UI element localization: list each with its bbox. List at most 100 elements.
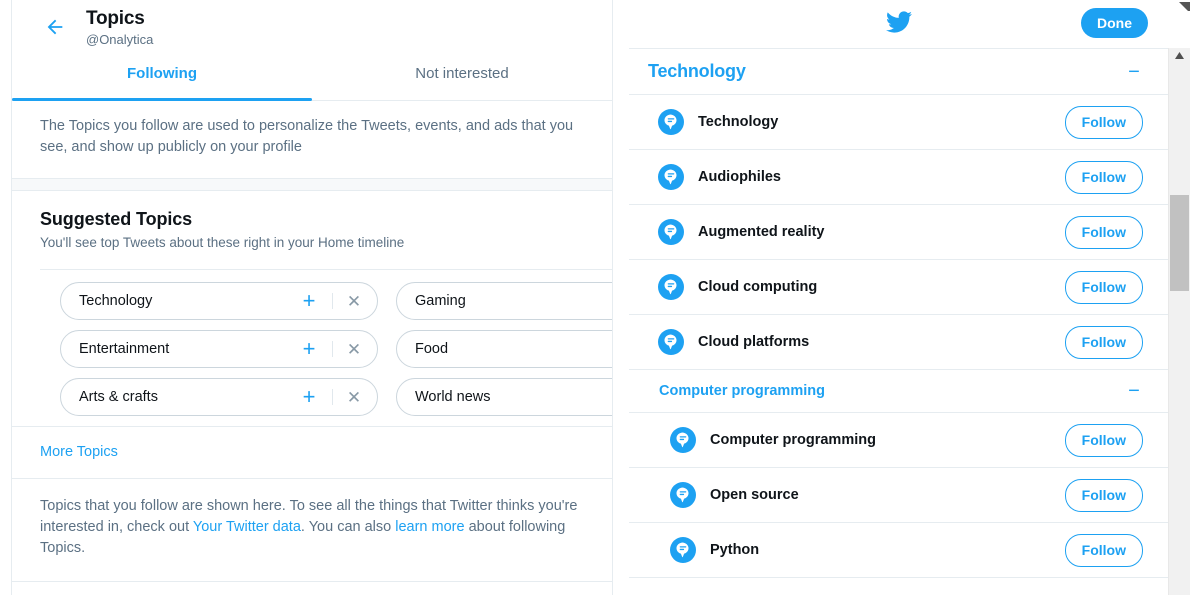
chip-divider bbox=[332, 293, 333, 309]
picker-header: Done bbox=[629, 0, 1169, 48]
topic-chip-label: World news bbox=[415, 389, 491, 405]
minus-icon[interactable]: − bbox=[1125, 62, 1143, 82]
twitter-bird-icon bbox=[884, 9, 914, 40]
follow-button-label: Follow bbox=[1081, 169, 1126, 185]
suggested-topics-heading: Suggested Topics bbox=[40, 209, 193, 229]
topic-row: Python Follow bbox=[629, 523, 1169, 578]
plus-icon[interactable]: + bbox=[298, 386, 320, 408]
section-header-technology[interactable]: Technology − bbox=[629, 49, 1169, 95]
topic-bubble-icon bbox=[658, 164, 684, 190]
topic-bubble-icon bbox=[658, 274, 684, 300]
follow-button[interactable]: Follow bbox=[1064, 160, 1143, 194]
plus-icon[interactable]: + bbox=[298, 290, 320, 312]
section-label: Technology bbox=[648, 61, 746, 81]
topic-row-label: Augmented reality bbox=[698, 224, 825, 240]
topic-picker-panel: Done Technology − Technology Follow Audi… bbox=[629, 0, 1169, 595]
learn-more-link[interactable]: learn more bbox=[395, 519, 464, 535]
your-twitter-data-link[interactable]: Your Twitter data bbox=[193, 519, 301, 535]
close-icon[interactable]: ✕ bbox=[345, 389, 363, 406]
topic-bubble-icon bbox=[658, 219, 684, 245]
topic-bubble-icon bbox=[658, 329, 684, 355]
follow-button[interactable]: Follow bbox=[1064, 105, 1143, 139]
cursor-artifact bbox=[1179, 0, 1190, 11]
topic-bubble-icon bbox=[670, 427, 696, 453]
topic-chip-label: Food bbox=[415, 341, 449, 357]
topic-row: Open source Follow bbox=[629, 468, 1169, 523]
panel-header: Topics @Onalytica bbox=[12, 0, 612, 47]
done-button[interactable]: Done bbox=[1081, 8, 1148, 38]
follow-button-label: Follow bbox=[1081, 542, 1126, 558]
topic-row-label: Python bbox=[710, 542, 760, 558]
arrow-left-icon bbox=[44, 16, 66, 38]
topic-bubble-icon bbox=[670, 482, 696, 508]
scrollbar-thumb[interactable] bbox=[1170, 195, 1189, 291]
footnote-text-2: . You can also bbox=[300, 519, 396, 535]
topic-row: Cloud platforms Follow bbox=[629, 315, 1169, 370]
topic-chip[interactable]: Arts & crafts + ✕ bbox=[60, 378, 378, 416]
topic-chip-label: Arts & crafts bbox=[79, 389, 158, 405]
back-button[interactable] bbox=[38, 10, 72, 44]
follow-button[interactable]: Follow bbox=[1064, 270, 1143, 304]
suggested-topic-chips: Technology + ✕ Gaming + ✕ Entertainment … bbox=[40, 269, 612, 426]
follow-button-label: Follow bbox=[1081, 432, 1126, 448]
chip-divider bbox=[332, 341, 333, 357]
topic-row-label: Audiophiles bbox=[698, 169, 781, 185]
account-handle: @Onalytica bbox=[86, 32, 154, 47]
minus-icon[interactable]: − bbox=[1125, 381, 1143, 401]
caret-up-icon[interactable] bbox=[1169, 52, 1190, 59]
follow-button-label: Follow bbox=[1081, 334, 1126, 350]
tab-following[interactable]: Following bbox=[12, 47, 312, 101]
topic-chip[interactable]: Food + ✕ bbox=[396, 330, 612, 368]
follow-button[interactable]: Follow bbox=[1064, 423, 1143, 457]
follow-button-label: Follow bbox=[1081, 114, 1126, 130]
chip-divider bbox=[332, 389, 333, 405]
topic-bubble-icon bbox=[658, 109, 684, 135]
follow-button-label: Follow bbox=[1081, 487, 1126, 503]
topic-row: Augmented reality Follow bbox=[629, 205, 1169, 260]
tab-bar: Following Not interested bbox=[12, 47, 612, 101]
plus-icon[interactable]: + bbox=[298, 338, 320, 360]
follow-button-label: Follow bbox=[1081, 224, 1126, 240]
topic-chip[interactable]: Entertainment + ✕ bbox=[60, 330, 378, 368]
follow-button[interactable]: Follow bbox=[1064, 215, 1143, 249]
topic-row: Computer programming Follow bbox=[629, 413, 1169, 468]
panel-title-group: Topics @Onalytica bbox=[86, 7, 153, 48]
page-title: Topics bbox=[86, 8, 145, 29]
tab-following-label: Following bbox=[127, 65, 197, 82]
app-screen: Topics @Onalytica Following Not interest… bbox=[0, 0, 1190, 595]
section-divider bbox=[12, 179, 612, 191]
follow-button[interactable]: Follow bbox=[1064, 325, 1143, 359]
follow-button[interactable]: Follow bbox=[1064, 533, 1143, 567]
picker-list: Technology − Technology Follow Audiophil… bbox=[629, 48, 1169, 595]
topic-row-label: Cloud computing bbox=[698, 279, 818, 295]
topic-row-label: Cloud platforms bbox=[698, 334, 810, 350]
topic-chip-label: Gaming bbox=[415, 293, 466, 309]
tab-not-interested-label: Not interested bbox=[415, 65, 509, 82]
follow-button-label: Follow bbox=[1081, 279, 1126, 295]
close-icon[interactable]: ✕ bbox=[345, 293, 363, 310]
topic-row: Cloud computing Follow bbox=[629, 260, 1169, 315]
topics-footnote: Topics that you follow are shown here. T… bbox=[12, 479, 612, 582]
topic-chip[interactable]: World news + ✕ bbox=[396, 378, 612, 416]
close-icon[interactable]: ✕ bbox=[345, 341, 363, 358]
topic-chip[interactable]: Gaming + ✕ bbox=[396, 282, 612, 320]
topic-row-label: Technology bbox=[698, 114, 779, 130]
more-topics-link[interactable]: More Topics bbox=[40, 444, 118, 460]
section-header-computer-programming[interactable]: Computer programming − bbox=[629, 370, 1169, 413]
topic-bubble-icon bbox=[670, 537, 696, 563]
topic-row-label: Computer programming bbox=[710, 432, 876, 448]
topic-chip[interactable]: Technology + ✕ bbox=[60, 282, 378, 320]
more-topics-row[interactable]: More Topics bbox=[12, 426, 612, 479]
topic-chip-label: Technology bbox=[79, 293, 153, 309]
tab-not-interested[interactable]: Not interested bbox=[312, 47, 612, 100]
follow-button[interactable]: Follow bbox=[1064, 478, 1143, 512]
topics-settings-panel: Topics @Onalytica Following Not interest… bbox=[11, 0, 613, 595]
section-label: Computer programming bbox=[659, 383, 825, 399]
vertical-scrollbar[interactable] bbox=[1168, 48, 1190, 595]
topic-chip-label: Entertainment bbox=[79, 341, 170, 357]
topics-description: The Topics you follow are used to person… bbox=[12, 101, 612, 179]
topic-row: Audiophiles Follow bbox=[629, 150, 1169, 205]
topic-row-label: Open source bbox=[710, 487, 799, 503]
topic-row: Technology Follow bbox=[629, 95, 1169, 150]
suggested-topics-subheading: You'll see top Tweets about these right … bbox=[40, 235, 405, 250]
